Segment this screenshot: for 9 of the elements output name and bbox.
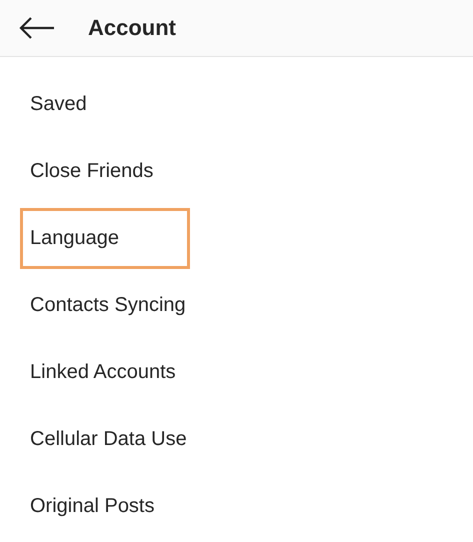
menu-item[interactable]: Linked Accounts xyxy=(20,342,190,403)
menu-item[interactable]: Contacts Syncing xyxy=(20,275,190,336)
menu-item[interactable]: Saved xyxy=(20,74,190,135)
menu-item[interactable]: Cellular Data Use xyxy=(20,409,190,470)
menu-item[interactable]: Language xyxy=(20,208,190,269)
menu-item[interactable]: Original Posts xyxy=(20,476,190,537)
back-arrow-icon[interactable] xyxy=(19,17,55,39)
menu-item[interactable]: Close Friends xyxy=(20,141,190,202)
page-title: Account xyxy=(88,15,176,41)
